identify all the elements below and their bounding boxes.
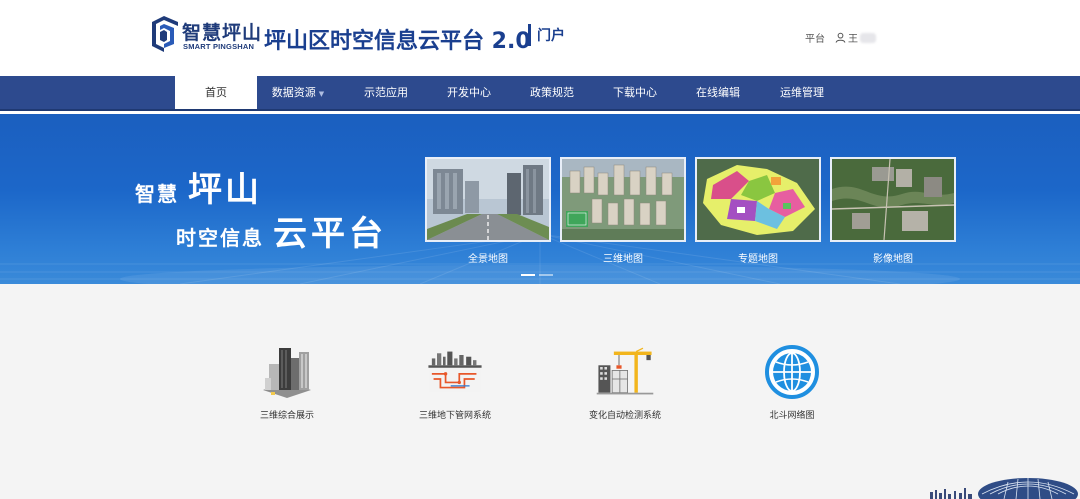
thematic-map-image-icon — [697, 159, 819, 240]
nav-item-ops[interactable]: 运维管理 — [761, 76, 843, 109]
panorama-map-card[interactable] — [425, 157, 551, 242]
thematic-map-label[interactable]: 专题地图 — [695, 250, 821, 265]
app-change-detection[interactable]: 变化自动检测系统 — [565, 344, 685, 421]
3d-city-photo-icon — [562, 159, 684, 240]
nav-item-demo-apps[interactable]: 示范应用 — [345, 76, 427, 109]
footer-stadium-decoration — [930, 478, 1078, 499]
globe-icon — [765, 345, 819, 399]
app-label: 北斗网络图 — [769, 411, 815, 421]
logo-subtext: SMART PINGSHAN — [183, 42, 255, 51]
satellite-image-icon — [832, 159, 954, 240]
3d-map-label[interactable]: 三维地图 — [560, 250, 686, 265]
nav-item-label: 运维管理 — [780, 86, 824, 99]
carousel-dot[interactable] — [521, 274, 535, 276]
nav-item-home[interactable]: 首页 — [175, 76, 257, 109]
banner-heading-line1: 智慧 坪山 — [135, 162, 262, 211]
3d-buildings-icon — [263, 348, 311, 398]
site-title: 坪山区时空信息云平台 2.0 — [264, 29, 531, 54]
nav-item-label: 政策规范 — [530, 86, 574, 99]
thematic-map-card[interactable] — [695, 157, 821, 242]
main-nav: 首页 数据资源 ▼ 示范应用 开发中心 政策规范 下载中心 在线编辑 运维管理 — [0, 76, 1080, 111]
app-grid-section: 三维综合展示 三维地下管网系统 变化自动检测系统 北斗网络图 — [0, 284, 1080, 499]
app-beidou-network[interactable]: 北斗网络图 — [732, 344, 852, 421]
satellite-map-card[interactable] — [830, 157, 956, 242]
nav-item-label: 在线编辑 — [696, 86, 740, 99]
platform-link[interactable]: 平台 — [805, 30, 825, 45]
logo-text: 智慧坪山 — [182, 22, 263, 44]
banner-heading-big: 坪山 — [187, 170, 262, 210]
user-name[interactable]: 王 — [848, 30, 858, 45]
user-area: 平台 王 — [805, 30, 876, 45]
site-logo[interactable]: 智慧坪山 SMART PINGSHAN — [148, 14, 261, 56]
underground-pipeline-icon — [428, 351, 482, 392]
site-subtitle-text: 门户 — [537, 28, 565, 44]
site-subtitle: 门户 — [528, 22, 565, 48]
chevron-down-icon: ▼ — [318, 90, 325, 98]
app-label: 变化自动检测系统 — [588, 411, 661, 421]
app-underground-pipeline[interactable]: 三维地下管网系统 — [395, 344, 515, 421]
title-divider — [528, 24, 531, 46]
app-label: 三维地下管网系统 — [418, 411, 491, 421]
banner-heading-line2: 时空信息 云平台 — [176, 206, 387, 255]
nav-item-label: 数据资源 — [271, 86, 316, 99]
banner-heading-small: 时空信息 — [176, 226, 264, 250]
nav-item-policies[interactable]: 政策规范 — [511, 76, 593, 109]
3d-map-card[interactable] — [560, 157, 686, 242]
nav-item-label: 首页 — [205, 86, 227, 99]
nav-item-label: 开发中心 — [447, 86, 491, 99]
nav-item-downloads[interactable]: 下载中心 — [594, 76, 676, 109]
hero-banner: 智慧 坪山 时空信息 云平台 全景地图 三维地图 专题地图 影像地图 — [0, 114, 1080, 284]
nav-bottom-edge — [0, 109, 1080, 111]
user-name-redacted — [860, 32, 876, 43]
app-label: 三维综合展示 — [259, 411, 314, 421]
street-view-photo-icon — [427, 159, 549, 240]
app-3d-display[interactable]: 三维综合展示 — [227, 344, 347, 421]
satellite-map-label[interactable]: 影像地图 — [830, 250, 956, 265]
construction-crane-icon — [596, 347, 654, 395]
panorama-map-label[interactable]: 全景地图 — [425, 250, 551, 265]
carousel-indicator — [521, 274, 553, 276]
logo-mark-icon — [152, 16, 178, 52]
nav-item-label: 示范应用 — [364, 86, 408, 99]
nav-item-label: 下载中心 — [613, 86, 657, 99]
user-icon — [835, 32, 846, 43]
nav-item-online-edit[interactable]: 在线编辑 — [677, 76, 759, 109]
nav-item-data-resources[interactable]: 数据资源 ▼ — [257, 76, 339, 109]
nav-item-dev-center[interactable]: 开发中心 — [428, 76, 510, 109]
banner-heading-small: 智慧 — [135, 182, 179, 206]
banner-heading-big: 云平台 — [272, 214, 387, 254]
page-header: 智慧坪山 SMART PINGSHAN 坪山区时空信息云平台 2.0 门户 平台… — [0, 0, 1080, 76]
carousel-dot[interactable] — [539, 274, 553, 276]
